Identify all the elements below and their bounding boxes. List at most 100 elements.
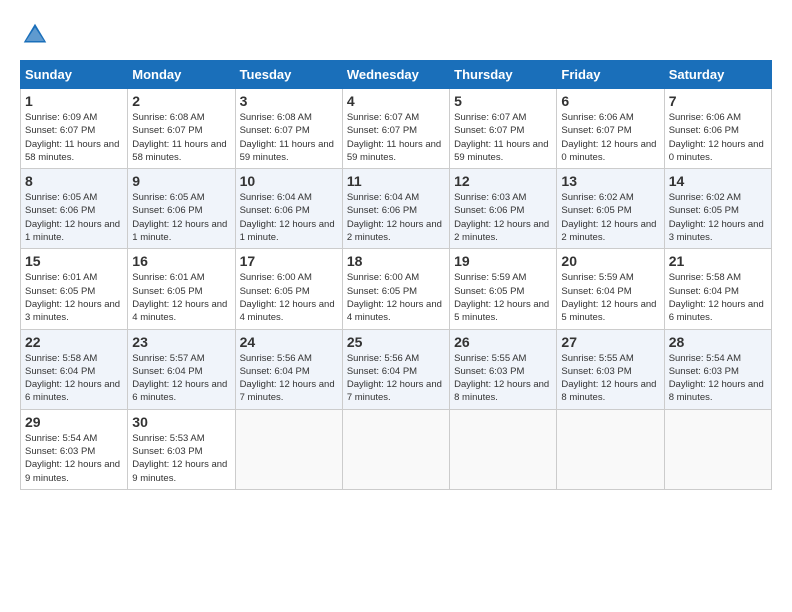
day-number: 6 [561,93,659,109]
day-info: Sunrise: 5:55 AM Sunset: 6:03 PM Dayligh… [454,352,552,405]
day-info: Sunrise: 5:56 AM Sunset: 6:04 PM Dayligh… [240,352,338,405]
day-info: Sunrise: 6:05 AM Sunset: 6:06 PM Dayligh… [25,191,123,244]
day-number: 19 [454,253,552,269]
calendar-day: 5 Sunrise: 6:07 AM Sunset: 6:07 PM Daylig… [450,89,557,169]
day-number: 18 [347,253,445,269]
day-info: Sunrise: 6:06 AM Sunset: 6:07 PM Dayligh… [561,111,659,164]
calendar: SundayMondayTuesdayWednesdayThursdayFrid… [20,60,772,490]
day-info: Sunrise: 6:02 AM Sunset: 6:05 PM Dayligh… [669,191,767,244]
calendar-day: 30 Sunrise: 5:53 AM Sunset: 6:03 PM Dayli… [128,409,235,489]
weekday-header-saturday: Saturday [664,61,771,89]
calendar-day: 25Sunrise: 5:56 AM Sunset: 6:04 PM Dayli… [342,329,449,409]
day-number: 30 [132,414,230,430]
calendar-day: 17Sunrise: 6:00 AM Sunset: 6:05 PM Dayli… [235,249,342,329]
day-number: 5 [454,93,552,109]
day-number: 24 [240,334,338,350]
day-number: 2 [132,93,230,109]
calendar-day: 1 Sunrise: 6:09 AM Sunset: 6:07 PM Daylig… [21,89,128,169]
weekday-header-sunday: Sunday [21,61,128,89]
weekday-header-tuesday: Tuesday [235,61,342,89]
logo [20,20,54,50]
calendar-week-3: 15 Sunrise: 6:01 AM Sunset: 6:05 PM Dayli… [21,249,772,329]
calendar-day: 16 Sunrise: 6:01 AM Sunset: 6:05 PM Dayli… [128,249,235,329]
day-number: 22 [25,334,123,350]
day-number: 20 [561,253,659,269]
calendar-header: SundayMondayTuesdayWednesdayThursdayFrid… [21,61,772,89]
day-number: 4 [347,93,445,109]
calendar-day: 8 Sunrise: 6:05 AM Sunset: 6:06 PM Daylig… [21,169,128,249]
day-number: 17 [240,253,338,269]
day-info: Sunrise: 5:53 AM Sunset: 6:03 PM Dayligh… [132,432,230,485]
day-number: 28 [669,334,767,350]
day-info: Sunrise: 6:09 AM Sunset: 6:07 PM Dayligh… [25,111,123,164]
header [20,20,772,50]
day-info: Sunrise: 6:03 AM Sunset: 6:06 PM Dayligh… [454,191,552,244]
day-number: 12 [454,173,552,189]
weekday-header-wednesday: Wednesday [342,61,449,89]
day-info: Sunrise: 6:06 AM Sunset: 6:06 PM Dayligh… [669,111,767,164]
day-number: 11 [347,173,445,189]
day-number: 27 [561,334,659,350]
calendar-day [450,409,557,489]
day-number: 7 [669,93,767,109]
day-number: 10 [240,173,338,189]
day-info: Sunrise: 5:59 AM Sunset: 6:04 PM Dayligh… [561,271,659,324]
day-info: Sunrise: 5:57 AM Sunset: 6:04 PM Dayligh… [132,352,230,405]
calendar-day: 22 Sunrise: 5:58 AM Sunset: 6:04 PM Dayli… [21,329,128,409]
day-info: Sunrise: 5:58 AM Sunset: 6:04 PM Dayligh… [25,352,123,405]
day-number: 13 [561,173,659,189]
calendar-day: 11 Sunrise: 6:04 AM Sunset: 6:06 PM Dayli… [342,169,449,249]
day-info: Sunrise: 6:01 AM Sunset: 6:05 PM Dayligh… [132,271,230,324]
day-info: Sunrise: 6:05 AM Sunset: 6:06 PM Dayligh… [132,191,230,244]
weekday-header-friday: Friday [557,61,664,89]
day-info: Sunrise: 5:54 AM Sunset: 6:03 PM Dayligh… [25,432,123,485]
day-info: Sunrise: 6:01 AM Sunset: 6:05 PM Dayligh… [25,271,123,324]
day-info: Sunrise: 6:07 AM Sunset: 6:07 PM Dayligh… [454,111,552,164]
calendar-day: 4 Sunrise: 6:07 AM Sunset: 6:07 PM Daylig… [342,89,449,169]
day-info: Sunrise: 6:08 AM Sunset: 6:07 PM Dayligh… [132,111,230,164]
day-info: Sunrise: 5:58 AM Sunset: 6:04 PM Dayligh… [669,271,767,324]
logo-icon [20,20,50,50]
calendar-day: 10 Sunrise: 6:04 AM Sunset: 6:06 PM Dayli… [235,169,342,249]
day-info: Sunrise: 5:54 AM Sunset: 6:03 PM Dayligh… [669,352,767,405]
calendar-day: 14Sunrise: 6:02 AM Sunset: 6:05 PM Dayli… [664,169,771,249]
day-number: 25 [347,334,445,350]
calendar-week-2: 8 Sunrise: 6:05 AM Sunset: 6:06 PM Daylig… [21,169,772,249]
calendar-day [557,409,664,489]
day-info: Sunrise: 6:04 AM Sunset: 6:06 PM Dayligh… [240,191,338,244]
calendar-day: 21 Sunrise: 5:58 AM Sunset: 6:04 PM Dayli… [664,249,771,329]
day-info: Sunrise: 6:08 AM Sunset: 6:07 PM Dayligh… [240,111,338,164]
weekday-header-thursday: Thursday [450,61,557,89]
calendar-day: 29 Sunrise: 5:54 AM Sunset: 6:03 PM Dayli… [21,409,128,489]
calendar-day: 19 Sunrise: 5:59 AM Sunset: 6:05 PM Dayli… [450,249,557,329]
calendar-day: 7 Sunrise: 6:06 AM Sunset: 6:06 PM Daylig… [664,89,771,169]
day-number: 16 [132,253,230,269]
day-number: 1 [25,93,123,109]
calendar-day: 20 Sunrise: 5:59 AM Sunset: 6:04 PM Dayli… [557,249,664,329]
day-info: Sunrise: 5:55 AM Sunset: 6:03 PM Dayligh… [561,352,659,405]
calendar-week-5: 29 Sunrise: 5:54 AM Sunset: 6:03 PM Dayli… [21,409,772,489]
day-number: 15 [25,253,123,269]
weekday-header-monday: Monday [128,61,235,89]
day-number: 23 [132,334,230,350]
calendar-week-4: 22 Sunrise: 5:58 AM Sunset: 6:04 PM Dayli… [21,329,772,409]
day-info: Sunrise: 6:04 AM Sunset: 6:06 PM Dayligh… [347,191,445,244]
day-number: 8 [25,173,123,189]
calendar-day: 26 Sunrise: 5:55 AM Sunset: 6:03 PM Dayli… [450,329,557,409]
day-number: 21 [669,253,767,269]
calendar-day [664,409,771,489]
day-info: Sunrise: 6:07 AM Sunset: 6:07 PM Dayligh… [347,111,445,164]
calendar-day: 15 Sunrise: 6:01 AM Sunset: 6:05 PM Dayli… [21,249,128,329]
day-info: Sunrise: 5:59 AM Sunset: 6:05 PM Dayligh… [454,271,552,324]
calendar-day: 27 Sunrise: 5:55 AM Sunset: 6:03 PM Dayli… [557,329,664,409]
calendar-day: 23 Sunrise: 5:57 AM Sunset: 6:04 PM Dayli… [128,329,235,409]
day-number: 3 [240,93,338,109]
day-number: 29 [25,414,123,430]
calendar-day: 18Sunrise: 6:00 AM Sunset: 6:05 PM Dayli… [342,249,449,329]
calendar-body: 1 Sunrise: 6:09 AM Sunset: 6:07 PM Daylig… [21,89,772,490]
calendar-day: 9 Sunrise: 6:05 AM Sunset: 6:06 PM Daylig… [128,169,235,249]
calendar-day: 6 Sunrise: 6:06 AM Sunset: 6:07 PM Daylig… [557,89,664,169]
calendar-day [342,409,449,489]
day-number: 9 [132,173,230,189]
day-number: 26 [454,334,552,350]
